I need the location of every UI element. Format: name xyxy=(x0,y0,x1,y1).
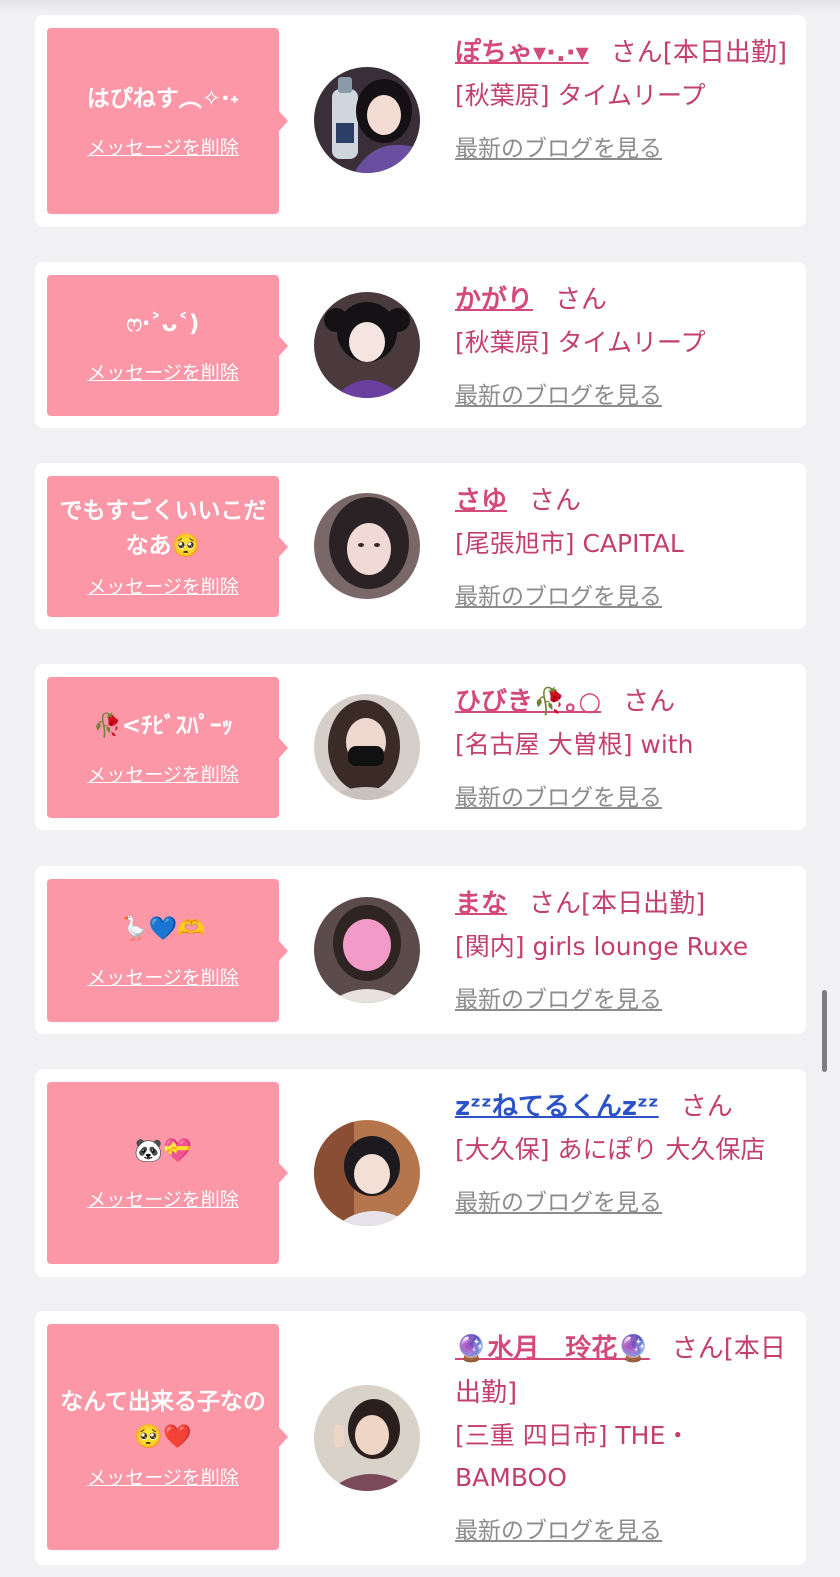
cast-info: かがり さん [秋葉原] タイムリープ 最新のブログを見る xyxy=(455,278,792,410)
san-suffix: さん xyxy=(529,889,582,919)
delete-message-link[interactable]: メッセージを削除 xyxy=(87,1185,239,1212)
cast-name-link[interactable]: ぽちゃ▾·.·▾ xyxy=(455,38,589,68)
name-line: ぽちゃ▾·.·▾ さん[本日出勤] xyxy=(455,31,792,75)
cast-info: さゆ さん [尾張旭市] CAPITAL 最新のブログを見る xyxy=(455,479,792,611)
avatar[interactable] xyxy=(314,493,420,599)
san-suffix: さん xyxy=(671,1334,724,1364)
cast-info: 🔮水月 玲花🔮 さん[本日出勤] [三重 四日市] THE・BAMBOO 最新のブ… xyxy=(455,1327,792,1545)
delete-message-link[interactable]: メッセージを削除 xyxy=(87,133,239,160)
message-bubble: でもすごくいいこだなあ🥺 メッセージを削除 xyxy=(47,476,288,617)
bubble-message: 🐼💝 xyxy=(134,1138,192,1164)
favorite-card: なんて出来る子なの🥺❤️ メッセージを削除 🔮水月 玲花🔮 さん[本日出勤] [三… xyxy=(35,1311,806,1565)
delete-message-link[interactable]: メッセージを削除 xyxy=(87,963,239,990)
name-line: ひびき🥀｡○ さん xyxy=(455,680,792,724)
top-shadow xyxy=(0,0,840,14)
name-line: さゆ さん xyxy=(455,479,792,523)
avatar[interactable] xyxy=(314,1120,420,1226)
cast-name-link[interactable]: ひびき🥀｡○ xyxy=(455,687,601,717)
message-bubble: 🐼💝 メッセージを削除 xyxy=(47,1082,288,1264)
avatar[interactable] xyxy=(314,1385,420,1491)
avatar[interactable] xyxy=(314,292,420,398)
shop-info: [三重 四日市] THE・BAMBOO xyxy=(455,1421,691,1492)
cast-info: まな さん[本日出勤] [関内] girls lounge Ruxe 最新のブログ… xyxy=(455,882,792,1014)
favorite-card: はぴねす︵✧·˖ メッセージを削除 ぽちゃ▾·.·▾ さん[本日出勤] [秋葉原]… xyxy=(35,15,806,227)
work-status: [本日出勤] xyxy=(581,889,706,919)
shop-info: [秋葉原] タイムリープ xyxy=(455,328,706,357)
delete-message-link[interactable]: メッセージを削除 xyxy=(87,572,239,599)
avatar[interactable] xyxy=(314,897,420,1003)
latest-blog-link[interactable]: 最新のブログを見る xyxy=(455,577,662,611)
avatar[interactable] xyxy=(314,67,420,173)
latest-blog-link[interactable]: 最新のブログを見る xyxy=(455,129,662,163)
message-bubble: 🪿💙🫶 メッセージを削除 xyxy=(47,879,288,1022)
bubble-message: ෆ‧˃ᴗ˂) xyxy=(126,310,200,337)
san-suffix: さん xyxy=(680,1092,733,1122)
message-bubble: なんて出来る子なの🥺❤️ メッセージを削除 xyxy=(47,1324,288,1550)
message-bubble: はぴねす︵✧·˖ メッセージを削除 xyxy=(47,28,288,214)
message-bubble: ෆ‧˃ᴗ˂) メッセージを削除 xyxy=(47,275,288,416)
favorite-card: ෆ‧˃ᴗ˂) メッセージを削除 かがり さん [秋葉原] タイムリープ 最新のブロ… xyxy=(35,262,806,428)
avatar[interactable] xyxy=(314,694,420,800)
cast-name-link[interactable]: かがり xyxy=(455,285,533,315)
shop-info: [秋葉原] タイムリープ xyxy=(455,81,706,110)
shop-info: [名古屋 大曽根] with xyxy=(455,730,694,759)
bubble-message: でもすごくいいこだなあ🥺 xyxy=(59,498,267,559)
delete-message-link[interactable]: メッセージを削除 xyxy=(87,760,239,787)
name-line: かがり さん xyxy=(455,278,792,322)
bubble-message: はぴねす︵✧·˖ xyxy=(86,86,240,112)
shop-info: [尾張旭市] CAPITAL xyxy=(455,529,684,558)
work-status: [本日出勤] xyxy=(662,38,788,68)
name-line: まな さん[本日出勤] xyxy=(455,882,792,926)
message-bubble: 🥀<ﾁﾋﾞｽﾊﾟｰｯ メッセージを削除 xyxy=(47,677,288,818)
latest-blog-link[interactable]: 最新のブログを見る xyxy=(455,1183,662,1217)
scrollbar[interactable] xyxy=(822,990,827,1072)
favorite-card: 🐼💝 メッセージを削除 zᶻᶻねてるくんzᶻᶻ さん [大久保] あにぽり 大久保… xyxy=(35,1069,806,1277)
delete-message-link[interactable]: メッセージを削除 xyxy=(87,1463,239,1490)
san-suffix: さん xyxy=(623,687,676,717)
bubble-message: 🪿💙🫶 xyxy=(120,915,206,942)
delete-message-link[interactable]: メッセージを削除 xyxy=(87,358,239,385)
latest-blog-link[interactable]: 最新のブログを見る xyxy=(455,778,662,812)
favorite-card: 🥀<ﾁﾋﾞｽﾊﾟｰｯ メッセージを削除 ひびき🥀｡○ さん [名古屋 大曽根] w… xyxy=(35,664,806,830)
favorite-card: 🪿💙🫶 メッセージを削除 まな さん[本日出勤] [関内] girls loung… xyxy=(35,866,806,1034)
latest-blog-link[interactable]: 最新のブログを見る xyxy=(455,980,662,1014)
san-suffix: さん xyxy=(610,38,663,68)
favorite-card: でもすごくいいこだなあ🥺 メッセージを削除 さゆ さん [尾張旭市] CAPITA… xyxy=(35,463,806,629)
cast-name-link[interactable]: 🔮水月 玲花🔮 xyxy=(455,1334,650,1364)
bubble-message: 🥀<ﾁﾋﾞｽﾊﾟｰｯ xyxy=(93,712,233,739)
cast-info: zᶻᶻねてるくんzᶻᶻ さん [大久保] あにぽり 大久保店 最新のブログを見る xyxy=(455,1085,792,1217)
cast-name-link[interactable]: zᶻᶻねてるくんzᶻᶻ xyxy=(455,1092,659,1122)
name-line: zᶻᶻねてるくんzᶻᶻ さん xyxy=(455,1085,792,1129)
shop-info: [大久保] あにぽり 大久保店 xyxy=(455,1135,766,1164)
cast-name-link[interactable]: まな xyxy=(455,889,507,919)
shop-info: [関内] girls lounge Ruxe xyxy=(455,932,749,961)
name-line: 🔮水月 玲花🔮 さん[本日出勤] xyxy=(455,1327,792,1415)
cast-info: ひびき🥀｡○ さん [名古屋 大曽根] with 最新のブログを見る xyxy=(455,680,792,812)
san-suffix: さん xyxy=(555,285,608,315)
cast-info: ぽちゃ▾·.·▾ さん[本日出勤] [秋葉原] タイムリープ 最新のブログを見る xyxy=(455,31,792,163)
cast-name-link[interactable]: さゆ xyxy=(455,486,507,516)
bubble-message: なんて出来る子なの🥺❤️ xyxy=(60,1388,266,1450)
san-suffix: さん xyxy=(529,486,582,516)
latest-blog-link[interactable]: 最新のブログを見る xyxy=(455,376,662,410)
latest-blog-link[interactable]: 最新のブログを見る xyxy=(455,1511,662,1545)
